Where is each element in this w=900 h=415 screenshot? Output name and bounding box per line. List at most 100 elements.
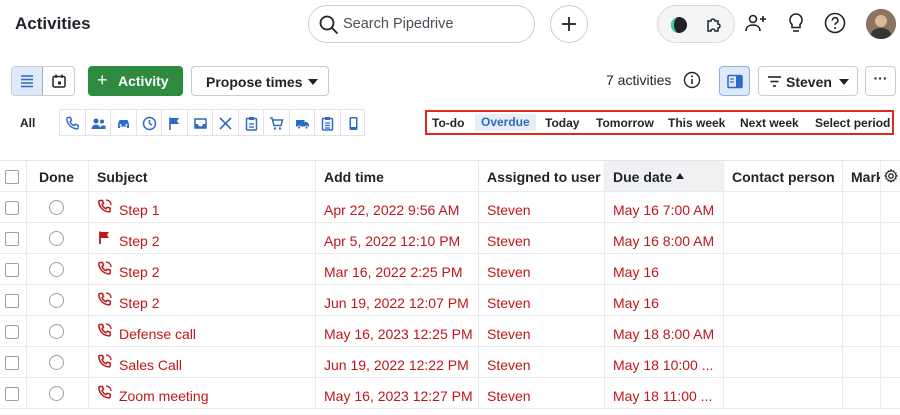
table-row[interactable]: Step 2 Jun 19, 2022 12:07 PM Steven May 16 <box>0 285 900 316</box>
period-this-week[interactable]: This week <box>668 116 725 130</box>
contact-person-cell[interactable] <box>724 378 843 408</box>
subject-link[interactable]: Zoom meeting <box>119 388 208 404</box>
period-select-period[interactable]: Select period <box>815 116 890 130</box>
avatar[interactable] <box>866 9 896 39</box>
subject-link[interactable]: Step 2 <box>119 295 159 311</box>
more-options-button[interactable]: ··· <box>865 66 896 96</box>
subject-cell[interactable]: Zoom meeting <box>89 378 316 408</box>
row-checkbox[interactable] <box>5 201 19 215</box>
contact-person-cell[interactable] <box>724 192 843 222</box>
list-view-button[interactable] <box>12 67 43 95</box>
contact-person-cell[interactable] <box>724 347 843 377</box>
table-row[interactable]: Step 2 Mar 16, 2022 2:25 PM Steven May 16 <box>0 254 900 285</box>
puzzle-icon[interactable] <box>704 15 724 35</box>
row-checkbox[interactable] <box>5 356 19 370</box>
table-row[interactable]: Step 2 Apr 5, 2022 12:10 PM Steven May 16 8… <box>0 223 900 254</box>
assigned-user-cell[interactable]: Steven <box>479 285 605 315</box>
select-all-checkbox[interactable] <box>5 170 19 184</box>
propose-times-button[interactable]: Propose times <box>191 66 329 96</box>
subject-cell[interactable]: Step 1 <box>89 192 316 222</box>
cart-type-filter[interactable] <box>263 109 289 136</box>
contact-person-cell[interactable] <box>724 223 843 253</box>
assigned-user-cell[interactable]: Steven <box>479 192 605 222</box>
subject-link[interactable]: Step 1 <box>119 202 159 218</box>
assigned-user-cell[interactable]: Steven <box>479 347 605 377</box>
activity-type-filter <box>59 109 365 136</box>
column-header-done[interactable]: Done <box>27 161 89 191</box>
add-activity-button[interactable]: + Activity <box>88 66 183 96</box>
mark-done-radio[interactable] <box>49 293 64 308</box>
column-header-assigned-to-user[interactable]: Assigned to user <box>479 161 605 191</box>
info-icon[interactable] <box>683 71 701 89</box>
activity-count: 7 activities <box>606 72 672 88</box>
row-checkbox[interactable] <box>5 232 19 246</box>
subject-cell[interactable]: Defense call <box>89 316 316 346</box>
mark-done-radio[interactable] <box>49 200 64 215</box>
period-next-week[interactable]: Next week <box>740 116 799 130</box>
assigned-user-cell[interactable]: Steven <box>479 223 605 253</box>
split-view-button[interactable] <box>719 66 750 96</box>
column-header-due-date[interactable]: Due date <box>605 161 724 191</box>
checklist-type-filter[interactable] <box>314 109 340 136</box>
assigned-user-cell[interactable]: Steven <box>479 254 605 284</box>
delivery-type-filter[interactable] <box>288 109 314 136</box>
apps-pill[interactable] <box>657 5 735 43</box>
search-input[interactable]: Search Pipedrive <box>343 16 453 32</box>
subject-cell[interactable]: Step 2 <box>89 223 316 253</box>
row-checkbox[interactable] <box>5 263 19 277</box>
mobile-type-filter[interactable] <box>339 109 365 136</box>
mark-done-radio[interactable] <box>49 231 64 246</box>
sort-ascending-icon <box>676 173 684 179</box>
contact-person-cell[interactable] <box>724 285 843 315</box>
mark-done-radio[interactable] <box>49 324 64 339</box>
table-row[interactable]: Sales Call Jun 19, 2022 12:22 PM Steven May… <box>0 347 900 378</box>
column-settings-button[interactable] <box>881 161 900 191</box>
column-header-mark[interactable]: Mark <box>843 161 881 191</box>
row-end-cell <box>881 285 900 315</box>
email-type-filter[interactable] <box>186 109 212 136</box>
table-row[interactable]: Step 1 Apr 22, 2022 9:56 AM Steven May 16 7… <box>0 192 900 223</box>
row-checkbox[interactable] <box>5 294 19 308</box>
period-to-do[interactable]: To-do <box>432 116 464 130</box>
subject-link[interactable]: Defense call <box>119 326 196 342</box>
quick-add-button[interactable] <box>550 5 588 43</box>
pipedrive-leaf-icon[interactable] <box>669 15 689 35</box>
lunch-type-filter[interactable] <box>212 109 238 136</box>
assigned-user-cell[interactable]: Steven <box>479 316 605 346</box>
user-filter-button[interactable]: Steven <box>758 66 858 96</box>
help-icon[interactable] <box>823 11 847 35</box>
period-overdue[interactable]: Overdue <box>475 114 536 131</box>
column-header-contact-person[interactable]: Contact person <box>724 161 843 191</box>
subject-cell[interactable]: Step 2 <box>89 254 316 284</box>
drive-type-filter[interactable] <box>110 109 136 136</box>
column-header-add-time[interactable]: Add time <box>316 161 479 191</box>
mark-done-radio[interactable] <box>49 262 64 277</box>
assigned-user-cell[interactable]: Steven <box>479 378 605 408</box>
period-tomorrow[interactable]: Tomorrow <box>596 116 654 130</box>
subject-cell[interactable]: Step 2 <box>89 285 316 315</box>
people-icon[interactable] <box>744 11 768 35</box>
table-row[interactable]: Defense call May 16, 2023 12:25 PM Steven M… <box>0 316 900 347</box>
subject-cell[interactable]: Sales Call <box>89 347 316 377</box>
calendar-view-button[interactable] <box>44 67 74 95</box>
meeting-type-filter[interactable] <box>84 109 110 136</box>
task-type-filter[interactable] <box>237 109 263 136</box>
mark-done-radio[interactable] <box>49 355 64 370</box>
column-header-subject[interactable]: Subject <box>89 161 316 191</box>
subject-link[interactable]: Step 2 <box>119 264 159 280</box>
table-row[interactable]: Zoom meeting May 16, 2023 12:27 PM Steven M… <box>0 378 900 409</box>
flag-type-filter[interactable] <box>161 109 187 136</box>
mark-done-radio[interactable] <box>49 386 64 401</box>
row-checkbox[interactable] <box>5 325 19 339</box>
lightbulb-icon[interactable] <box>784 11 808 35</box>
contact-person-cell[interactable] <box>724 316 843 346</box>
row-checkbox[interactable] <box>5 387 19 401</box>
contact-person-cell[interactable] <box>724 254 843 284</box>
deadline-type-filter[interactable] <box>135 109 161 136</box>
search-box[interactable]: Search Pipedrive <box>308 5 535 43</box>
phone-type-filter[interactable] <box>59 109 85 136</box>
all-types-filter[interactable]: All <box>20 116 35 130</box>
subject-link[interactable]: Step 2 <box>119 233 159 249</box>
subject-link[interactable]: Sales Call <box>119 357 182 373</box>
period-today[interactable]: Today <box>545 116 579 130</box>
